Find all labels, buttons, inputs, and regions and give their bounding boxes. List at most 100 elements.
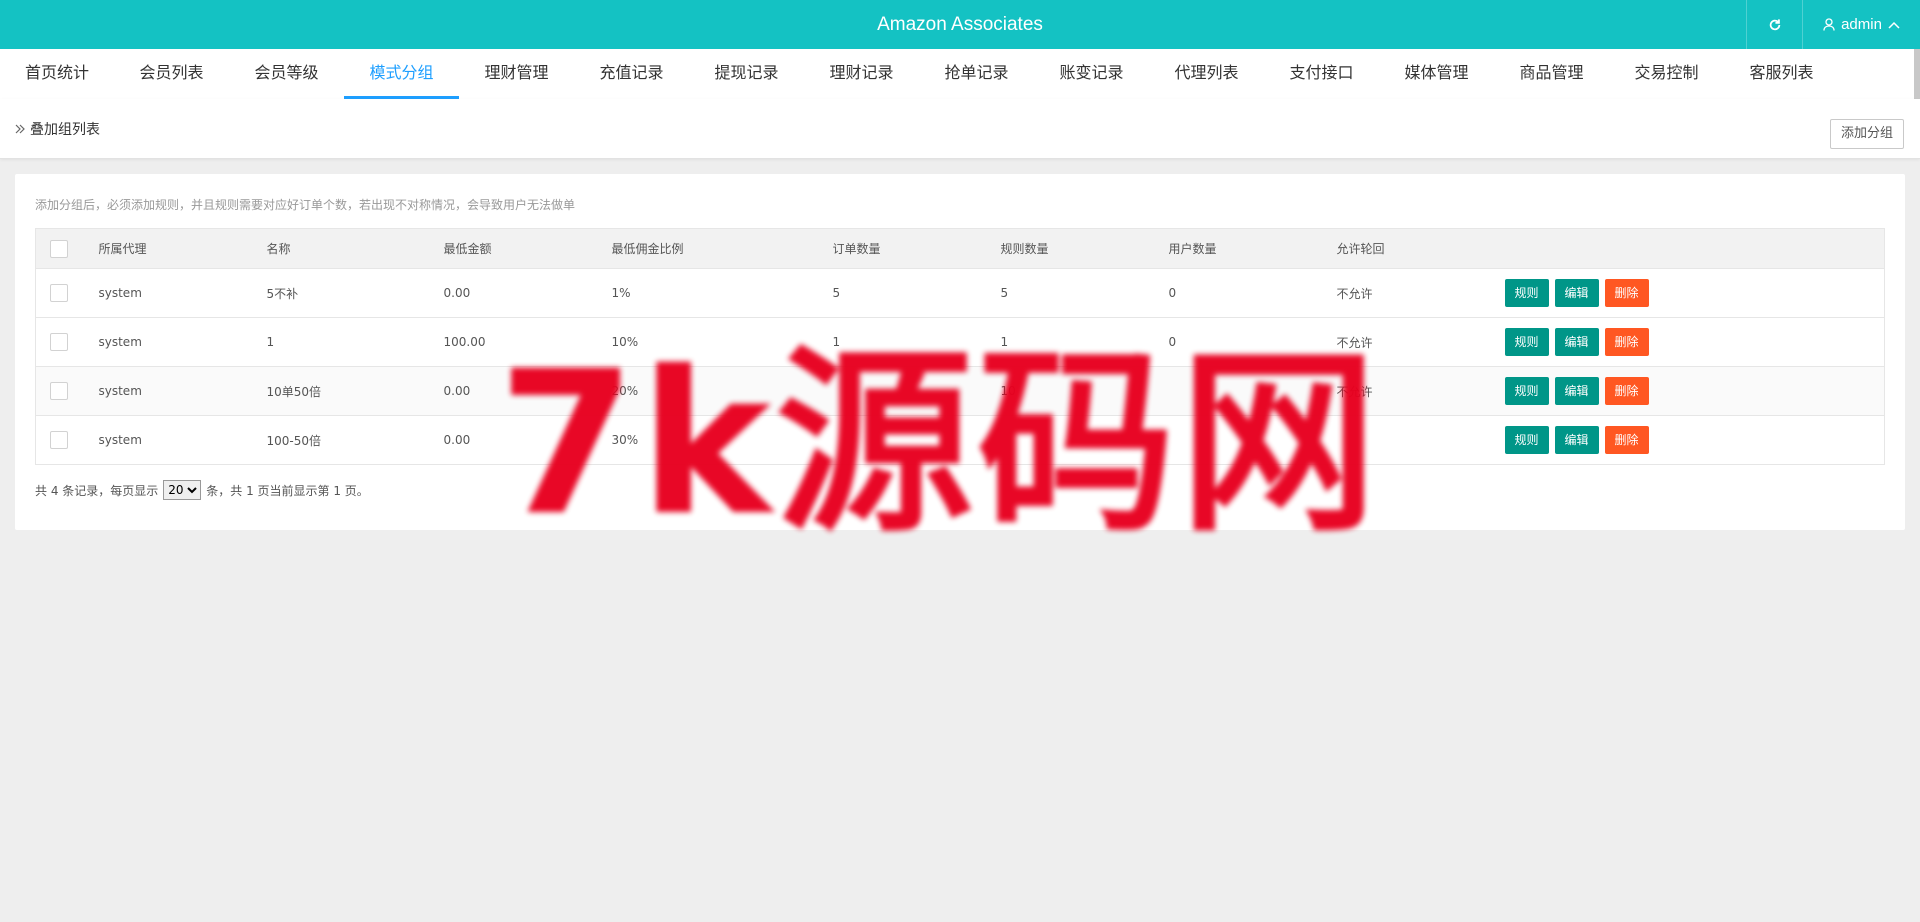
tab-goods-manage[interactable]: 商品管理 <box>1494 49 1609 99</box>
scrollbar[interactable] <box>1914 49 1920 99</box>
breadcrumb-label: 叠加组列表 <box>30 122 100 138</box>
cell-min-amount: 0.00 <box>443 366 612 416</box>
pager-prefix: 共 4 条记录，每页显示 <box>35 483 159 498</box>
column-header: 规则数量 <box>1000 228 1169 269</box>
tab-service-list[interactable]: 客服列表 <box>1724 49 1839 99</box>
cell-users: 0 <box>1168 268 1337 318</box>
refresh-icon <box>1769 18 1780 30</box>
column-header: 用户数量 <box>1168 228 1337 269</box>
tab-member-level[interactable]: 会员等级 <box>229 49 344 99</box>
tab-withdraw-records[interactable]: 提现记录 <box>689 49 804 99</box>
edit-button[interactable]: 编辑 <box>1554 328 1599 356</box>
cell-users <box>1168 415 1337 465</box>
content-card: 添加分组后，必须添加规则，并且规则需要对应好订单个数，若出现不对称情况，会导致用… <box>15 174 1905 530</box>
delete-button[interactable]: 删除 <box>1604 328 1649 356</box>
pager-suffix: 条，共 1 页当前显示第 1 页。 <box>206 483 369 498</box>
delete-button[interactable]: 删除 <box>1604 377 1649 405</box>
group-table: 所属代理 名称 最低金额 最低佣金比例 订单数量 规则数量 用户数量 允许轮回 … <box>35 228 1885 465</box>
rule-button[interactable]: 规则 <box>1504 426 1549 454</box>
cell-agent: system <box>98 268 267 318</box>
column-header: 订单数量 <box>832 228 1001 269</box>
cell-min-amount: 0.00 <box>443 415 612 465</box>
rule-button[interactable]: 规则 <box>1504 377 1549 405</box>
header-actions: admin <box>1746 0 1920 49</box>
edit-button[interactable]: 编辑 <box>1554 377 1599 405</box>
row-checkbox[interactable] <box>50 284 68 302</box>
edit-button[interactable]: 编辑 <box>1554 426 1599 454</box>
column-header: 名称 <box>266 228 444 269</box>
tab-trade-control[interactable]: 交易控制 <box>1609 49 1724 99</box>
tab-mode-group[interactable]: 模式分组 <box>344 49 459 99</box>
cell-orders: 5 <box>832 268 1001 318</box>
rule-button[interactable]: 规则 <box>1504 279 1549 307</box>
row-checkbox[interactable] <box>50 382 68 400</box>
cell-rules: 5 <box>1000 268 1169 318</box>
table-row: system 100-50倍 0.00 30% 规则 编辑 删除 <box>35 415 1885 465</box>
breadcrumb: 叠加组列表 <box>14 99 100 159</box>
top-header: Amazon Associates admin <box>0 0 1920 49</box>
tab-payment-interface[interactable]: 支付接口 <box>1264 49 1379 99</box>
cell-name: 5不补 <box>266 268 444 318</box>
app-title: Amazon Associates <box>877 14 1043 35</box>
cell-min-rate: 10% <box>611 317 833 367</box>
tab-member-list[interactable]: 会员列表 <box>114 49 229 99</box>
cell-rules <box>1000 415 1169 465</box>
tab-media-manage[interactable]: 媒体管理 <box>1379 49 1494 99</box>
add-group-button[interactable]: 添加分组 <box>1829 119 1904 149</box>
cell-cycle: 不允许 <box>1336 268 1505 318</box>
user-menu[interactable]: admin <box>1802 0 1920 49</box>
cell-name: 1 <box>266 317 444 367</box>
cell-agent: system <box>98 366 267 416</box>
delete-button[interactable]: 删除 <box>1604 279 1649 307</box>
cell-orders: 1 <box>832 317 1001 367</box>
table-row: system 5不补 0.00 1% 5 5 0 不允许 规则 编辑 删除 <box>35 268 1885 318</box>
tab-finance-records[interactable]: 理财记录 <box>804 49 919 99</box>
cell-rules: 1 <box>1000 317 1169 367</box>
cell-cycle: 不允许 <box>1336 317 1505 367</box>
table-row: system 1 100.00 10% 1 1 0 不允许 规则 编辑 删除 <box>35 317 1885 367</box>
page-size-select[interactable]: 20 <box>163 480 202 500</box>
delete-button[interactable]: 删除 <box>1604 426 1649 454</box>
cell-min-rate: 20% <box>611 366 833 416</box>
column-header: 最低佣金比例 <box>611 228 833 269</box>
tab-finance-manage[interactable]: 理财管理 <box>459 49 574 99</box>
tab-home-stats[interactable]: 首页统计 <box>0 49 114 99</box>
cell-agent: system <box>98 415 267 465</box>
breadcrumb-bar: 叠加组列表 添加分组 <box>0 99 1920 159</box>
cell-name: 100-50倍 <box>266 415 444 465</box>
cell-min-rate: 30% <box>611 415 833 465</box>
column-header: 允许轮回 <box>1336 228 1505 269</box>
table-row: system 10单50倍 0.00 20% 10 不允许 规则 编辑 删除 <box>35 366 1885 416</box>
edit-button[interactable]: 编辑 <box>1554 279 1599 307</box>
select-all-checkbox[interactable] <box>50 239 68 258</box>
tab-recharge-records[interactable]: 充值记录 <box>574 49 689 99</box>
cell-users: 0 <box>1168 317 1337 367</box>
main-nav: 首页统计 会员列表 会员等级 模式分组 理财管理 充值记录 提现记录 理财记录 … <box>0 49 1920 99</box>
cell-orders <box>832 366 1001 416</box>
cell-orders <box>832 415 1001 465</box>
cell-users <box>1168 366 1337 416</box>
cell-name: 10单50倍 <box>266 366 444 416</box>
cell-cycle: 不允许 <box>1336 366 1505 416</box>
cell-agent: system <box>98 317 267 367</box>
table-header-row: 所属代理 名称 最低金额 最低佣金比例 订单数量 规则数量 用户数量 允许轮回 <box>35 228 1885 269</box>
cell-min-amount: 100.00 <box>443 317 612 367</box>
cell-min-amount: 0.00 <box>443 268 612 318</box>
cell-rules: 10 <box>1000 366 1169 416</box>
column-header: 所属代理 <box>98 228 267 269</box>
rule-button[interactable]: 规则 <box>1504 328 1549 356</box>
user-icon <box>1823 18 1835 31</box>
column-header: 最低金额 <box>443 228 612 269</box>
pagination: 共 4 条记录，每页显示 20 条，共 1 页当前显示第 1 页。 <box>35 480 369 500</box>
refresh-button[interactable] <box>1746 0 1802 49</box>
row-checkbox[interactable] <box>50 431 68 449</box>
tab-grab-order-records[interactable]: 抢单记录 <box>919 49 1034 99</box>
row-checkbox[interactable] <box>50 333 68 351</box>
tab-account-change-records[interactable]: 账变记录 <box>1034 49 1149 99</box>
notice-text: 添加分组后，必须添加规则，并且规则需要对应好订单个数，若出现不对称情况，会导致用… <box>35 198 576 212</box>
cell-min-rate: 1% <box>611 268 833 318</box>
chevron-up-icon <box>1888 21 1900 29</box>
tab-agent-list[interactable]: 代理列表 <box>1149 49 1264 99</box>
cell-cycle <box>1336 415 1505 465</box>
double-chevron-right-icon <box>15 124 25 134</box>
